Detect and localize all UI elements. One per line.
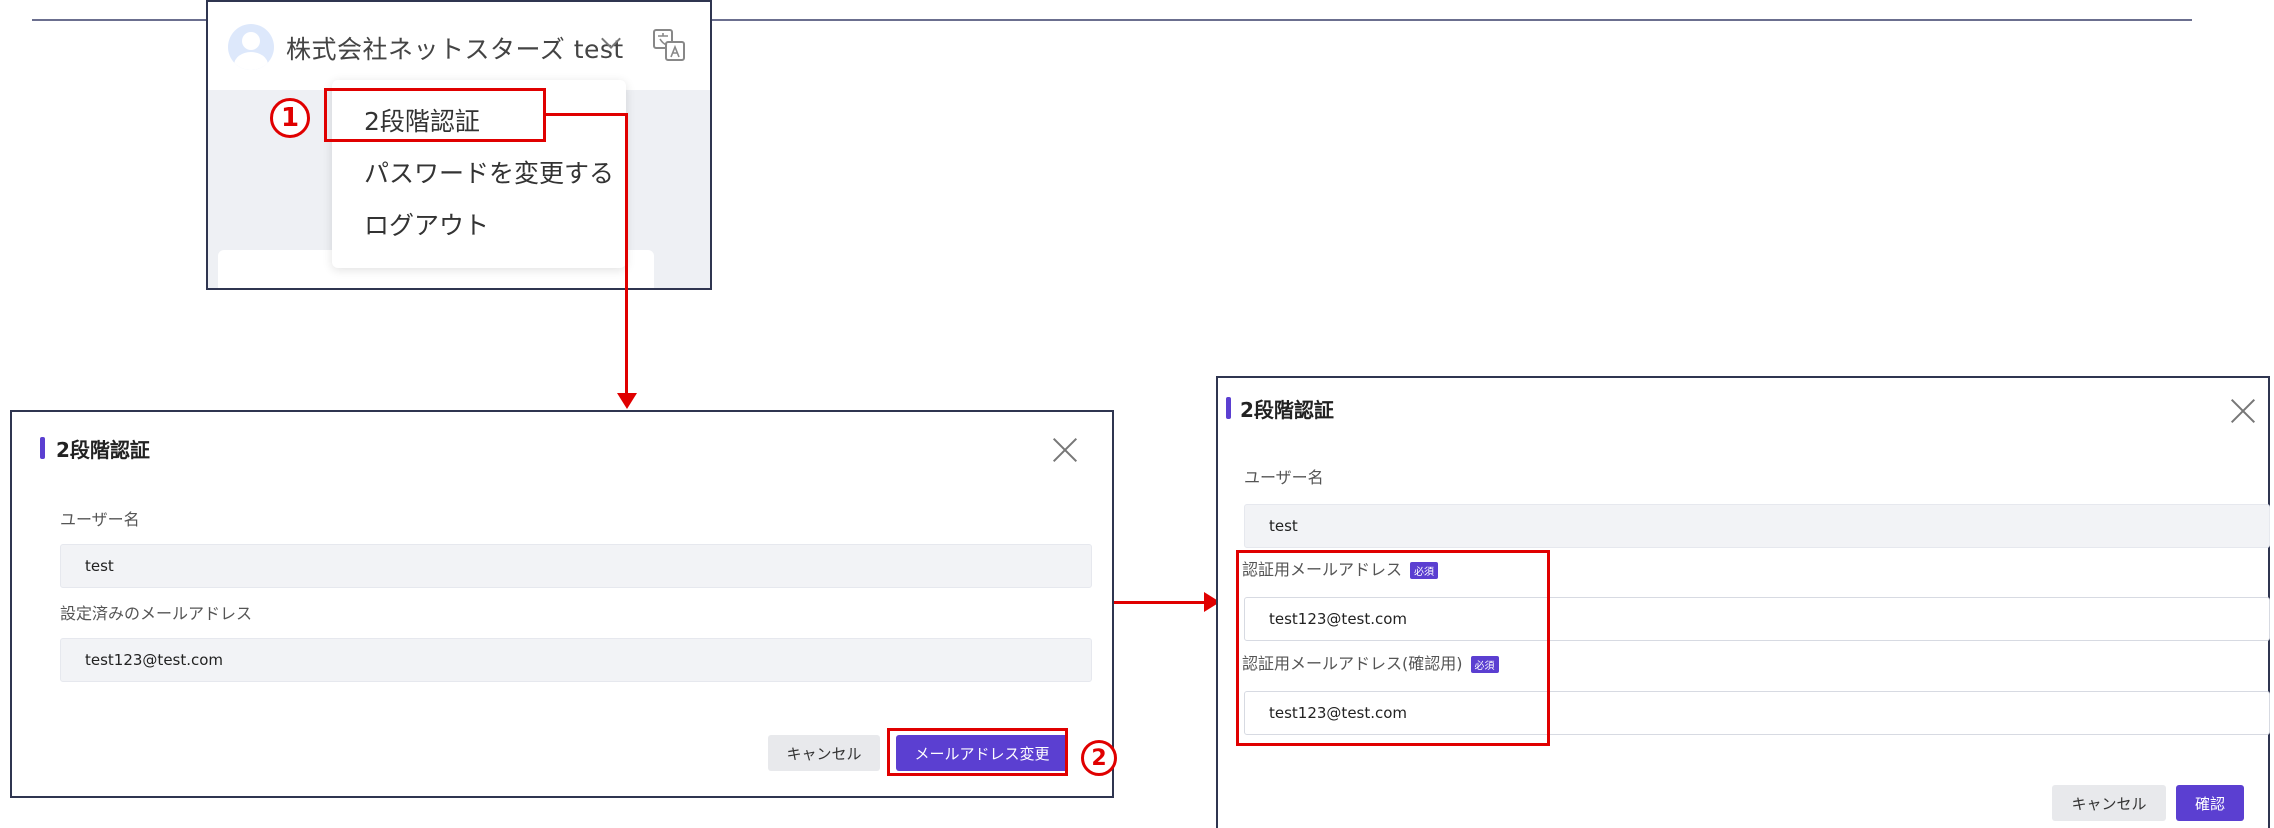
- username-field: test: [60, 544, 1092, 588]
- avatar[interactable]: [228, 24, 274, 70]
- close-icon[interactable]: [1052, 437, 1078, 463]
- configured-email-field: test123@test.com: [60, 638, 1092, 682]
- company-account-name[interactable]: 株式会社ネットスターズ test: [286, 30, 624, 66]
- menu-item-logout[interactable]: ログアウト: [364, 206, 489, 242]
- header-dropdown-panel: 株式会社ネットスターズ test 2段階認証 パスワードを変更する ログアウト: [206, 0, 712, 290]
- menu-item-change-password[interactable]: パスワードを変更する: [364, 154, 614, 190]
- highlight-change-email-button: [887, 728, 1068, 776]
- close-icon[interactable]: [2230, 398, 2256, 424]
- avatar-body: [234, 52, 268, 70]
- connector-line: [1114, 601, 1206, 604]
- confirm-button[interactable]: 確認: [2176, 785, 2244, 821]
- username-label: ユーザー名: [60, 510, 140, 529]
- step-1-marker: 1: [270, 98, 310, 138]
- connector-line: [625, 113, 628, 395]
- dialog-title: 2段階認証: [56, 438, 150, 462]
- configured-email-label: 設定済みのメールアドレス: [60, 604, 253, 623]
- username-field: test: [1244, 504, 2270, 548]
- username-label: ユーザー名: [1244, 468, 1324, 487]
- user-avatar-icon: [242, 32, 260, 50]
- highlight-two-factor-menu-item: [324, 88, 546, 142]
- connector-line: [546, 113, 628, 116]
- step-2-marker: 2: [1081, 740, 1117, 776]
- cancel-button[interactable]: キャンセル: [2052, 785, 2166, 821]
- dialog-title: 2段階認証: [1240, 398, 1334, 422]
- translate-icon[interactable]: [652, 28, 686, 62]
- title-accent-bar: [40, 437, 45, 459]
- highlight-email-inputs: [1236, 550, 1550, 746]
- arrow-down-icon: [617, 393, 637, 409]
- cancel-button[interactable]: キャンセル: [768, 735, 880, 771]
- title-accent-bar: [1226, 397, 1231, 419]
